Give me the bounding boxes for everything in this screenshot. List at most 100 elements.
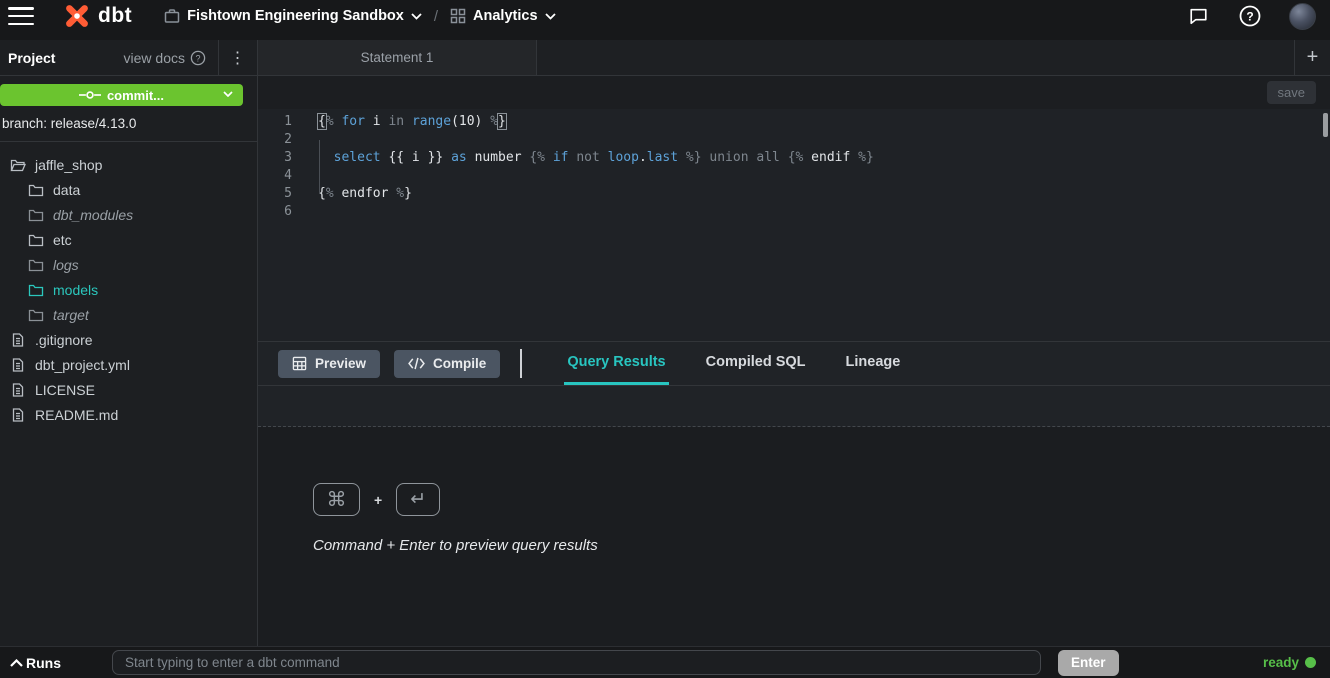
results-tab-query-results[interactable]: Query Results (564, 342, 668, 385)
line-number: 1 (258, 113, 292, 131)
editor-toolbar: save (258, 76, 1330, 109)
top-bar: dbt Fishtown Engineering Sandbox / Analy… (0, 0, 1330, 40)
tree-item-label: data (53, 182, 80, 198)
briefcase-icon (164, 8, 180, 24)
code-icon (408, 357, 425, 370)
runs-toggle[interactable]: Runs (0, 655, 112, 671)
help-button[interactable]: ? (1239, 5, 1261, 27)
breadcrumb-separator: / (434, 8, 438, 25)
hamburger-menu-icon[interactable] (8, 7, 34, 25)
editor-scrollbar[interactable] (1323, 113, 1328, 137)
project-switcher[interactable]: Analytics (450, 8, 555, 24)
code-line-2[interactable]: 2 (258, 131, 1330, 149)
folder-icon (28, 308, 44, 322)
feedback-chat-button[interactable] (1188, 6, 1209, 26)
tree-item-jaffle-shop[interactable]: jaffle_shop (0, 152, 257, 177)
code-line-3[interactable]: 3 select {{ i }} as number {% if not loo… (258, 149, 1330, 167)
dbt-logo: dbt (62, 1, 132, 31)
tree-item-dbt-project-yml[interactable]: dbt_project.yml (0, 352, 257, 377)
file-icon (10, 408, 26, 422)
tree-item-label: jaffle_shop (35, 157, 102, 173)
code-text: select {{ i }} as number {% if not loop.… (292, 149, 874, 167)
tree-item-etc[interactable]: etc (0, 227, 257, 252)
dbt-logo-icon (62, 1, 92, 31)
git-commit-icon (79, 90, 101, 100)
folder-icon (28, 283, 44, 297)
folder-icon (28, 283, 44, 297)
tree-item-label: logs (53, 257, 79, 273)
preview-button[interactable]: Preview (278, 350, 380, 378)
results-tab-lineage[interactable]: Lineage (843, 342, 904, 385)
indent-guide (319, 140, 320, 194)
plus-separator: + (374, 492, 382, 508)
code-editor[interactable]: 1{% for i in range(10) %}23 select {{ i … (258, 109, 1330, 342)
tree-item-models[interactable]: models (0, 277, 257, 302)
tree-item-target[interactable]: target (0, 302, 257, 327)
dbt-cloud-ide: dbt Fishtown Engineering Sandbox / Analy… (0, 0, 1330, 678)
code-line-1[interactable]: 1{% for i in range(10) %} (258, 113, 1330, 131)
dbt-command-input[interactable] (112, 650, 1041, 675)
folder-icon (28, 258, 44, 272)
status-dot (1305, 657, 1316, 668)
view-docs-link[interactable]: view docs ? (124, 50, 218, 66)
folder-icon (28, 208, 44, 222)
folder-icon (28, 183, 44, 197)
results-tabs: Query Results Compiled SQL Lineage (564, 342, 903, 385)
tree-item-readme-md[interactable]: README.md (0, 402, 257, 427)
tree-item-data[interactable]: data (0, 177, 257, 202)
sidebar-header: Project view docs ? ⋮ (0, 40, 257, 76)
help-icon: ? (1239, 5, 1261, 27)
results-tab-compiled-sql[interactable]: Compiled SQL (703, 342, 809, 385)
tree-item-label: target (53, 307, 89, 323)
save-button[interactable]: save (1267, 81, 1316, 104)
new-tab-button[interactable]: + (1294, 40, 1330, 75)
results-toolbar: Preview Compile Query Results Compiled SQ… (258, 342, 1330, 386)
account-switcher[interactable]: Fishtown Engineering Sandbox (164, 8, 422, 24)
editor-tab-bar: Statement 1 + (258, 40, 1330, 76)
file-icon (10, 333, 26, 347)
tree-item--gitignore[interactable]: .gitignore (0, 327, 257, 352)
chevron-down-icon[interactable] (223, 91, 233, 97)
table-icon (292, 356, 307, 371)
user-avatar[interactable] (1289, 3, 1316, 30)
svg-text:?: ? (1246, 10, 1253, 24)
file-tree: jaffle_shopdata dbt_modulesetc logs models t… (0, 142, 257, 646)
code-line-4[interactable]: 4 (258, 167, 1330, 185)
tree-item-label: README.md (35, 407, 118, 423)
code-text (292, 131, 318, 149)
chevron-down-icon (411, 13, 422, 20)
code-text: {% endfor %} (292, 185, 412, 203)
file-icon (10, 358, 26, 372)
tree-item-dbt-modules[interactable]: dbt_modules (0, 202, 257, 227)
tree-item-label: etc (53, 232, 72, 248)
sidebar-menu-kebab-icon[interactable]: ⋮ (219, 48, 257, 68)
results-content: ⌘ + ↵ Command + Enter to preview query r… (258, 427, 1330, 646)
tree-item-logs[interactable]: logs (0, 252, 257, 277)
line-number: 4 (258, 167, 292, 185)
line-number: 2 (258, 131, 292, 149)
folder-open-icon (10, 158, 26, 172)
compile-button[interactable]: Compile (394, 350, 500, 378)
project-sidebar: Project view docs ? ⋮ commit... (0, 40, 258, 646)
tree-item-label: LICENSE (35, 382, 95, 398)
line-number: 3 (258, 149, 292, 167)
folder-icon (28, 258, 44, 272)
tree-item-license[interactable]: LICENSE (0, 377, 257, 402)
enter-button[interactable]: Enter (1058, 650, 1119, 676)
account-name: Fishtown Engineering Sandbox (187, 8, 404, 24)
tree-item-label: dbt_project.yml (35, 357, 130, 373)
code-line-5[interactable]: 5{% endfor %} (258, 185, 1330, 203)
help-circle-icon: ? (190, 50, 206, 66)
tree-item-label: models (53, 282, 98, 298)
code-text (292, 203, 318, 221)
tree-item-label: dbt_modules (53, 207, 133, 223)
tab-statement-1[interactable]: Statement 1 (258, 40, 537, 75)
commit-button[interactable]: commit... (0, 84, 243, 106)
dbt-logo-text: dbt (98, 4, 132, 28)
file-icon (10, 383, 26, 397)
editor-pane: Statement 1 + save 1{% for i in range(10… (258, 40, 1330, 646)
sidebar-title: Project (8, 50, 55, 66)
folder-open-icon (10, 158, 26, 172)
code-line-6[interactable]: 6 (258, 203, 1330, 221)
folder-icon (28, 183, 44, 197)
